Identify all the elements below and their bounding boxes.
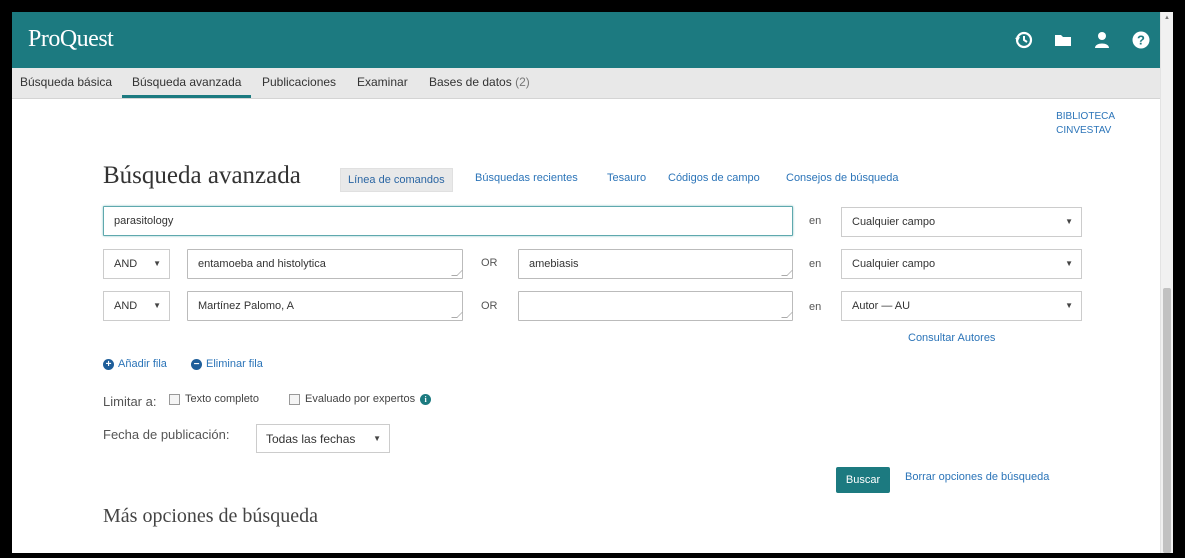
dropdown-arrow-icon: ▼ <box>153 259 161 268</box>
tab-label: Examinar <box>357 75 408 89</box>
minus-icon: − <box>191 358 202 370</box>
full-text-label: Texto completo <box>185 393 259 405</box>
tab-label: Búsqueda básica <box>20 75 113 89</box>
field-select-2[interactable]: Cualquier campo ▼ <box>841 249 1082 279</box>
field-select-3[interactable]: Autor — AU ▼ <box>841 291 1082 321</box>
tab-basic-search[interactable]: Búsqueda básica <box>20 68 112 98</box>
tab-advanced-search[interactable]: Búsqueda avanzada <box>122 68 252 98</box>
proquest-logo[interactable]: ProQuest <box>28 26 114 53</box>
operator-select-2[interactable]: AND ▼ <box>103 249 170 279</box>
full-text-checkbox[interactable] <box>169 393 180 405</box>
field-select-value: Cualquier campo <box>852 258 936 270</box>
vertical-scrollbar[interactable]: ▲ <box>1160 12 1173 553</box>
search-button[interactable]: Buscar <box>836 467 890 493</box>
tab-label: Publicaciones <box>262 75 337 89</box>
browser-viewport: ProQuest ? Búsqueda básica Búsqueda avan… <box>12 12 1173 553</box>
history-icon[interactable] <box>1014 30 1034 50</box>
page-title: Búsqueda avanzada <box>103 162 301 189</box>
library-line1: BIBLIOTECA <box>1056 111 1115 122</box>
en-label: en <box>809 258 822 270</box>
field-select-value: Cualquier campo <box>852 216 936 228</box>
peer-reviewed-label: Evaluado por expertos <box>305 393 416 405</box>
or-label: OR <box>481 300 498 312</box>
search-input-3b[interactable] <box>518 291 793 321</box>
limit-label: Limitar a: <box>103 394 157 409</box>
info-icon[interactable]: i <box>420 393 432 405</box>
svg-text:?: ? <box>1137 33 1145 48</box>
search-tips-link[interactable]: Consejos de búsqueda <box>786 172 899 184</box>
publication-date-value: Todas las fechas <box>266 432 356 446</box>
library-line2: CINVESTAV <box>1056 125 1112 136</box>
dropdown-arrow-icon: ▼ <box>1065 301 1073 310</box>
tab-databases[interactable]: Bases de datos (2) <box>429 68 530 98</box>
remove-row-button[interactable]: − Eliminar fila <box>191 358 263 370</box>
search-input-2b[interactable]: amebiasis <box>518 249 793 279</box>
tab-label: Búsqueda avanzada <box>132 75 242 89</box>
header-bar: ProQuest ? <box>12 12 1173 68</box>
clear-search-options-link[interactable]: Borrar opciones de búsqueda <box>905 471 1049 483</box>
operator-value: AND <box>114 258 138 270</box>
peer-reviewed-checkbox[interactable] <box>289 393 300 405</box>
tab-browse[interactable]: Examinar <box>357 68 408 98</box>
command-line-button[interactable]: Línea de comandos <box>340 168 453 192</box>
field-select-value: Autor — AU <box>852 300 911 312</box>
add-row-button[interactable]: + Añadir fila <box>103 358 167 370</box>
library-name[interactable]: BIBLIOTECA CINVESTAV <box>1056 110 1115 138</box>
consult-authors-link[interactable]: Consultar Autores <box>908 332 995 344</box>
recent-searches-link[interactable]: Búsquedas recientes <box>475 172 578 184</box>
dropdown-arrow-icon: ▼ <box>1065 259 1073 268</box>
publication-date-label: Fecha de publicación: <box>103 427 230 442</box>
or-label: OR <box>481 257 498 269</box>
add-row-label: Añadir fila <box>118 358 167 370</box>
more-search-options-heading[interactable]: Más opciones de búsqueda <box>103 505 318 528</box>
full-text-option[interactable]: Texto completo <box>169 393 259 405</box>
operator-value: AND <box>114 300 138 312</box>
help-icon[interactable]: ? <box>1131 30 1151 50</box>
en-label: en <box>809 215 822 227</box>
tab-label: Bases de datos <box>429 75 512 89</box>
search-input-3[interactable]: Martínez Palomo, A <box>187 291 463 321</box>
dropdown-arrow-icon: ▼ <box>153 301 161 310</box>
dropdown-arrow-icon: ▼ <box>373 434 381 443</box>
publication-date-select[interactable]: Todas las fechas ▼ <box>256 424 390 453</box>
search-input-2[interactable]: entamoeba and histolytica <box>187 249 463 279</box>
thesaurus-link[interactable]: Tesauro <box>607 172 646 184</box>
nav-tabs: Búsqueda básica Búsqueda avanzada Public… <box>12 68 1173 99</box>
user-icon[interactable] <box>1092 30 1112 50</box>
scrollbar-thumb[interactable] <box>1163 288 1171 553</box>
field-select-1[interactable]: Cualquier campo ▼ <box>841 207 1082 237</box>
peer-reviewed-option[interactable]: Evaluado por expertos i <box>289 393 432 405</box>
dropdown-arrow-icon: ▼ <box>1065 217 1073 226</box>
database-count: (2) <box>515 75 530 89</box>
remove-row-label: Eliminar fila <box>206 358 263 370</box>
folder-icon[interactable] <box>1053 30 1073 50</box>
search-input-1[interactable]: parasitology <box>103 206 793 236</box>
tab-publications[interactable]: Publicaciones <box>262 68 336 98</box>
header-icons: ? <box>1014 30 1151 50</box>
field-codes-link[interactable]: Códigos de campo <box>668 172 760 184</box>
plus-icon: + <box>103 358 114 370</box>
operator-select-3[interactable]: AND ▼ <box>103 291 170 321</box>
scroll-up-arrow-icon[interactable]: ▲ <box>1164 15 1170 21</box>
en-label: en <box>809 301 822 313</box>
